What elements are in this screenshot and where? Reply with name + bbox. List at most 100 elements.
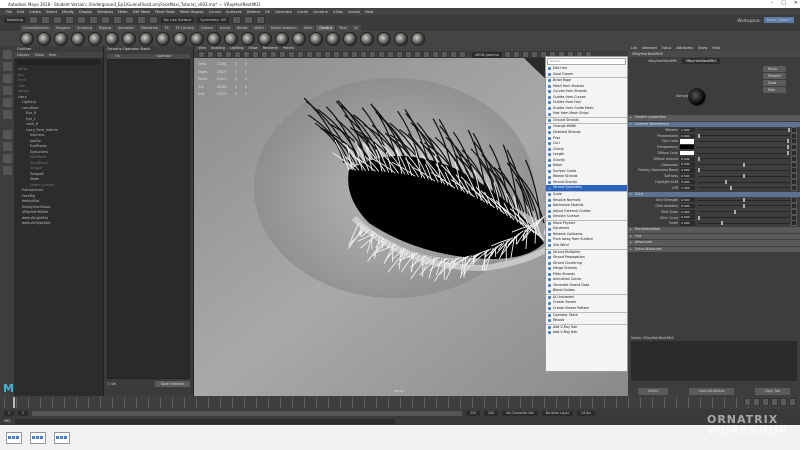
shelf-tool-icon[interactable] bbox=[258, 31, 272, 46]
play-forward-icon[interactable] bbox=[771, 398, 778, 406]
shelf-tool-icon[interactable] bbox=[207, 31, 221, 46]
section-header[interactable]: Opt bbox=[628, 233, 800, 240]
ipr-render-icon[interactable] bbox=[243, 16, 253, 24]
shelf-tool-icon[interactable] bbox=[394, 31, 408, 46]
character-set-dropdown[interactable]: No Character Set bbox=[502, 410, 538, 416]
copy-tab-button[interactable]: Copy Tab bbox=[754, 388, 790, 395]
viewport-tool-icon[interactable] bbox=[351, 51, 358, 58]
menu-edit-mesh[interactable]: Edit Mesh bbox=[133, 10, 151, 14]
menu-edit[interactable]: Edit bbox=[17, 10, 24, 14]
time-slider[interactable] bbox=[0, 396, 800, 409]
menu-modify[interactable]: Modify bbox=[62, 10, 74, 14]
viewport-tool-icon[interactable] bbox=[288, 51, 295, 58]
attr-value-field[interactable]: 0.000 bbox=[680, 133, 695, 138]
slider-knob[interactable] bbox=[725, 180, 727, 185]
section-header[interactable]: Swatch properties bbox=[628, 115, 800, 121]
slider-knob[interactable] bbox=[788, 127, 790, 132]
attr-value-field[interactable]: 0.000 bbox=[680, 156, 695, 162]
menu-mesh-tools[interactable]: Mesh Tools bbox=[155, 10, 174, 14]
attr-menu-show[interactable]: Show bbox=[698, 46, 707, 51]
viewport-tool-icon[interactable] bbox=[198, 51, 205, 58]
attr-value-field[interactable]: 0.500 bbox=[680, 197, 695, 203]
single-view-icon[interactable] bbox=[2, 130, 12, 139]
slider-knob[interactable] bbox=[787, 139, 789, 144]
symmetry-dropdown[interactable]: Symmetry: Off bbox=[197, 17, 229, 23]
shelf-tool-icon[interactable] bbox=[54, 31, 68, 46]
go-start-icon[interactable] bbox=[744, 398, 751, 406]
menu-help[interactable]: Help bbox=[365, 10, 373, 14]
snap-curve-icon[interactable] bbox=[136, 16, 146, 24]
maximize-button[interactable]: □ bbox=[781, 0, 786, 6]
outliner-layout-icon[interactable] bbox=[2, 154, 12, 163]
mel-label[interactable]: MEL bbox=[4, 419, 11, 423]
outliner-item[interactable]: defaultObjectSet bbox=[18, 221, 103, 227]
menu-deform[interactable]: Deform bbox=[247, 10, 260, 14]
shelf-tool-icon[interactable] bbox=[122, 31, 136, 46]
viewport-tool-icon[interactable] bbox=[432, 51, 439, 58]
slider-knob[interactable] bbox=[787, 151, 789, 156]
attr-slider[interactable] bbox=[698, 185, 790, 190]
shelf-tool-icon[interactable] bbox=[88, 31, 102, 46]
attr-value-field[interactable]: 0.500 bbox=[680, 203, 695, 209]
viewport-tool-icon[interactable] bbox=[530, 51, 538, 58]
attr-slider[interactable] bbox=[698, 221, 790, 226]
attr-value-field[interactable]: 0.400 bbox=[680, 209, 695, 214]
attr-value-field[interactable]: 1.000 bbox=[680, 127, 695, 133]
go-end-icon[interactable] bbox=[789, 398, 796, 406]
attr-slider[interactable] bbox=[697, 145, 789, 150]
attr-value-field[interactable]: 3.000 bbox=[680, 179, 695, 185]
slider-knob[interactable] bbox=[743, 198, 745, 203]
slider-knob[interactable] bbox=[698, 156, 700, 161]
viewport-tool-icon[interactable] bbox=[387, 51, 394, 58]
color-swatch[interactable] bbox=[680, 139, 694, 144]
viewport-tool-icon[interactable] bbox=[270, 51, 277, 58]
viewport-tool-icon[interactable] bbox=[261, 51, 268, 58]
slider-knob[interactable] bbox=[698, 133, 700, 138]
viewport-tool-icon[interactable] bbox=[315, 51, 322, 58]
shelf-tool-icon[interactable] bbox=[224, 31, 238, 46]
menu-arnold[interactable]: Arnold bbox=[348, 10, 360, 14]
viewport-tool-icon[interactable] bbox=[414, 51, 421, 58]
viewport-tool-icon[interactable] bbox=[333, 51, 340, 58]
viewport-tool-icon[interactable] bbox=[378, 51, 385, 58]
viewport-tool-icon[interactable] bbox=[405, 51, 412, 58]
section-header[interactable]: Extra Attributes bbox=[628, 246, 800, 253]
slider-knob[interactable] bbox=[787, 145, 789, 150]
hide-button[interactable]: Hide bbox=[762, 87, 786, 93]
attr-value-field[interactable]: 0.500 bbox=[680, 162, 695, 167]
slider-knob[interactable] bbox=[743, 203, 745, 208]
attr-slider[interactable] bbox=[698, 133, 790, 138]
menu-generate[interactable]: Generate bbox=[275, 10, 292, 14]
viewport-tool-icon[interactable] bbox=[360, 51, 367, 58]
attr-slider[interactable] bbox=[698, 198, 790, 203]
select-tool-icon[interactable] bbox=[2, 50, 12, 59]
viewport-tool-icon[interactable] bbox=[252, 51, 259, 58]
select-object-icon[interactable] bbox=[100, 16, 110, 24]
viewport-tool-icon[interactable] bbox=[279, 51, 286, 58]
move-tool-icon[interactable] bbox=[2, 86, 12, 95]
slider-knob[interactable] bbox=[734, 209, 736, 214]
viewport-tool-icon[interactable] bbox=[450, 51, 457, 58]
range-start-field[interactable]: 1 bbox=[4, 410, 15, 416]
outliner-search-input[interactable] bbox=[17, 60, 100, 65]
open-scene-icon[interactable] bbox=[40, 16, 50, 24]
shelf-tool-icon[interactable] bbox=[37, 31, 51, 46]
anim-end-field[interactable]: 200 bbox=[484, 410, 499, 416]
section-header[interactable]: Randomization bbox=[628, 227, 800, 233]
viewport-tool-icon[interactable] bbox=[396, 51, 403, 58]
attr-slider[interactable] bbox=[697, 151, 789, 156]
render-settings-icon[interactable] bbox=[255, 16, 265, 24]
menu-file[interactable]: File bbox=[6, 10, 12, 14]
viewport-tool-icon[interactable] bbox=[441, 51, 448, 58]
show-button[interactable]: Show bbox=[762, 80, 786, 86]
select-button[interactable]: Select bbox=[638, 388, 669, 395]
rotate-tool-icon[interactable] bbox=[2, 98, 12, 107]
range-end-field[interactable]: 120 bbox=[466, 410, 481, 416]
popup-item-add-v-ray-hair[interactable]: Add V-Ray Hair bbox=[546, 330, 627, 336]
save-ornatrix-button[interactable]: Save Ornatrix bbox=[154, 381, 190, 387]
slider-knob[interactable] bbox=[729, 185, 732, 190]
popup-search-input[interactable]: Search... bbox=[547, 58, 626, 65]
shelf-tool-icon[interactable] bbox=[360, 31, 374, 46]
shelf-tool-icon[interactable] bbox=[20, 31, 34, 46]
shelf-tool-icon[interactable] bbox=[292, 31, 306, 46]
